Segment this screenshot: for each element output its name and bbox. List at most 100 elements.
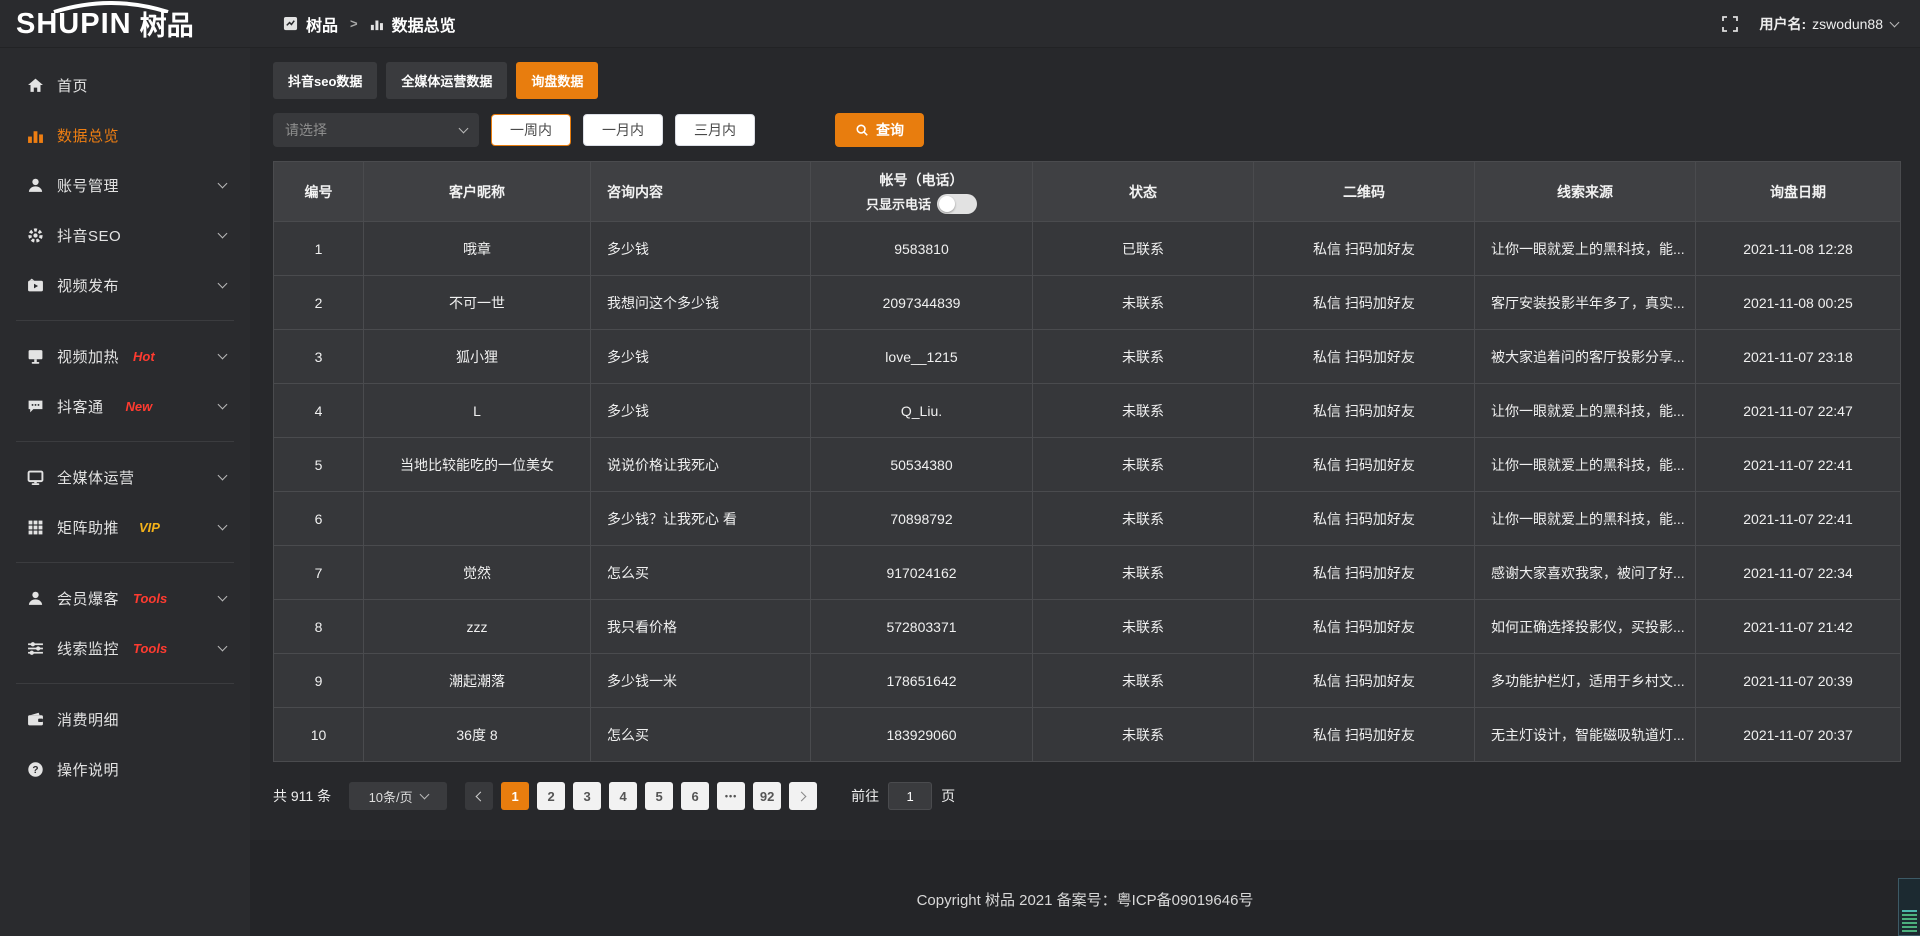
qrcode-link[interactable]: 私信 扫码加好友 <box>1254 222 1475 276</box>
range-button-week[interactable]: 一周内 <box>491 114 571 146</box>
username[interactable]: zswodun88 <box>1812 16 1883 32</box>
pagination-ellipsis[interactable]: ••• <box>717 782 745 810</box>
page-button-92[interactable]: 92 <box>753 782 781 810</box>
column-header-date: 询盘日期 <box>1696 162 1900 222</box>
page-button-5[interactable]: 5 <box>645 782 673 810</box>
corner-widget <box>1898 878 1920 936</box>
chevron-down-icon <box>459 124 469 134</box>
cell-date: 2021-11-07 22:47 <box>1696 384 1900 438</box>
source-link[interactable]: 让你一眼就爱上的黑科技，能... <box>1475 438 1696 492</box>
page-button-6[interactable]: 6 <box>681 782 709 810</box>
page-button-3[interactable]: 3 <box>573 782 601 810</box>
chevron-down-icon[interactable] <box>1890 17 1900 27</box>
range-button-month[interactable]: 一月内 <box>583 114 663 146</box>
account-select[interactable]: 请选择 <box>273 113 479 147</box>
qrcode-link[interactable]: 私信 扫码加好友 <box>1254 546 1475 600</box>
source-link[interactable]: 多功能护栏灯，适用于乡村文... <box>1475 654 1696 708</box>
sidebar-item-video-publish[interactable]: 视频发布 <box>0 260 250 310</box>
sidebar-item-label: 操作说明 <box>57 759 119 780</box>
page-size-select[interactable]: 10条/页 <box>349 782 447 810</box>
prev-page-button[interactable] <box>465 782 493 810</box>
cell-nickname: 觉然 <box>364 546 591 600</box>
source-link[interactable]: 被大家追着问的客厅投影分享... <box>1475 330 1696 384</box>
table-row: 8 zzz 我只看价格 572803371 未联系 私信 扫码加好友 如何正确选… <box>274 600 1900 654</box>
source-link[interactable]: 无主灯设计，智能磁吸轨道灯... <box>1475 708 1696 762</box>
tab-omni-media-data[interactable]: 全媒体运营数据 <box>386 62 507 99</box>
svg-text:?: ? <box>32 765 38 776</box>
page-button-2[interactable]: 2 <box>537 782 565 810</box>
home-icon <box>27 77 44 94</box>
sidebar-item-account-management[interactable]: 账号管理 <box>0 160 250 210</box>
table-row: 4 L 多少钱 Q_Liu. 未联系 私信 扫码加好友 让你一眼就爱上的黑科技，… <box>274 384 1900 438</box>
chevron-down-icon <box>218 229 228 239</box>
sidebar-item-home[interactable]: 首页 <box>0 60 250 110</box>
sidebar-item-video-heat[interactable]: 视频加热 Hot <box>0 331 250 381</box>
sidebar-item-label: 消费明细 <box>57 709 119 730</box>
qrcode-link[interactable]: 私信 扫码加好友 <box>1254 276 1475 330</box>
cell-id: 9 <box>274 654 364 708</box>
tab-inquiry-data[interactable]: 询盘数据 <box>516 62 598 99</box>
column-header-nickname: 客户昵称 <box>364 162 591 222</box>
cell-content: 多少钱 <box>591 330 811 384</box>
cell-account: 917024162 <box>811 546 1033 600</box>
tab-douyin-seo-data[interactable]: 抖音seo数据 <box>273 62 377 99</box>
sidebar-item-label: 视频发布 <box>57 275 119 296</box>
sidebar-item-member-burst[interactable]: 会员爆客 Tools <box>0 573 250 623</box>
qrcode-link[interactable]: 私信 扫码加好友 <box>1254 384 1475 438</box>
sidebar-item-matrix-boost[interactable]: 矩阵助推 VIP <box>0 502 250 552</box>
top-bar: SHUPIN 树品 树品 > 数据总览 用户名: zswodun88 <box>0 0 1920 48</box>
table-header-row: 编号 客户昵称 咨询内容 帐号（电话） 只显示电话 状态 二维码 线索来源 询盘… <box>274 162 1900 222</box>
qrcode-link[interactable]: 私信 扫码加好友 <box>1254 492 1475 546</box>
source-link[interactable]: 感谢大家喜欢我家，被问了好... <box>1475 546 1696 600</box>
sidebar-item-label: 抖客通 <box>57 396 104 417</box>
sidebar-item-doketong[interactable]: 抖客通 New <box>0 381 250 431</box>
phone-toggle-label: 只显示电话 <box>866 194 931 213</box>
pagination: 共 911 条 10条/页 1 2 3 4 5 6 ••• 92 前往 页 <box>273 782 1901 810</box>
goto-page-input[interactable] <box>888 782 932 810</box>
sidebar-item-data-overview[interactable]: 数据总览 <box>0 110 250 160</box>
status-badge: 未联系 <box>1033 654 1254 708</box>
source-link[interactable]: 让你一眼就爱上的黑科技，能... <box>1475 384 1696 438</box>
grid-icon <box>27 519 44 536</box>
page-button-1[interactable]: 1 <box>501 782 529 810</box>
page-button-4[interactable]: 4 <box>609 782 637 810</box>
cell-date: 2021-11-07 20:39 <box>1696 654 1900 708</box>
breadcrumb-root[interactable]: 树品 <box>306 12 338 36</box>
source-link[interactable]: 客厅安装投影半年多了，真实... <box>1475 276 1696 330</box>
search-button[interactable]: 查询 <box>835 113 924 147</box>
sidebar-item-instructions[interactable]: ? 操作说明 <box>0 744 250 794</box>
cell-content: 怎么买 <box>591 546 811 600</box>
qrcode-link[interactable]: 私信 扫码加好友 <box>1254 654 1475 708</box>
phone-only-toggle[interactable] <box>937 194 977 214</box>
sidebar-item-spend-detail[interactable]: 消费明细 <box>0 694 250 744</box>
sidebar-item-label: 线索监控 <box>57 638 119 659</box>
toggle-knob <box>939 196 955 212</box>
fullscreen-icon[interactable] <box>1722 16 1738 32</box>
sidebar-item-label: 数据总览 <box>57 125 119 146</box>
chevron-down-icon <box>419 790 429 800</box>
cell-nickname: 狐小狸 <box>364 330 591 384</box>
column-header-id: 编号 <box>274 162 364 222</box>
qrcode-link[interactable]: 私信 扫码加好友 <box>1254 438 1475 492</box>
column-header-qrcode: 二维码 <box>1254 162 1475 222</box>
cell-nickname <box>364 492 591 546</box>
table-row: 2 不可一世 我想问这个多少钱 2097344839 未联系 私信 扫码加好友 … <box>274 276 1900 330</box>
qrcode-link[interactable]: 私信 扫码加好友 <box>1254 708 1475 762</box>
sidebar-item-lead-monitor[interactable]: 线索监控 Tools <box>0 623 250 673</box>
qrcode-link[interactable]: 私信 扫码加好友 <box>1254 600 1475 654</box>
status-badge: 未联系 <box>1033 600 1254 654</box>
sidebar-item-douyin-seo[interactable]: 抖音SEO <box>0 210 250 260</box>
range-button-quarter[interactable]: 三月内 <box>675 114 755 146</box>
cell-date: 2021-11-07 22:41 <box>1696 438 1900 492</box>
source-link[interactable]: 如何正确选择投影仪，买投影... <box>1475 600 1696 654</box>
next-page-button[interactable] <box>789 782 817 810</box>
qrcode-link[interactable]: 私信 扫码加好友 <box>1254 330 1475 384</box>
select-placeholder: 请选择 <box>285 120 327 140</box>
status-badge: 已联系 <box>1033 222 1254 276</box>
sidebar-item-label: 全媒体运营 <box>57 467 135 488</box>
total-count: 共 911 条 <box>273 786 331 806</box>
sidebar-divider <box>16 562 234 563</box>
sidebar-item-omni-media[interactable]: 全媒体运营 <box>0 452 250 502</box>
source-link[interactable]: 让你一眼就爱上的黑科技，能... <box>1475 492 1696 546</box>
source-link[interactable]: 让你一眼就爱上的黑科技，能... <box>1475 222 1696 276</box>
